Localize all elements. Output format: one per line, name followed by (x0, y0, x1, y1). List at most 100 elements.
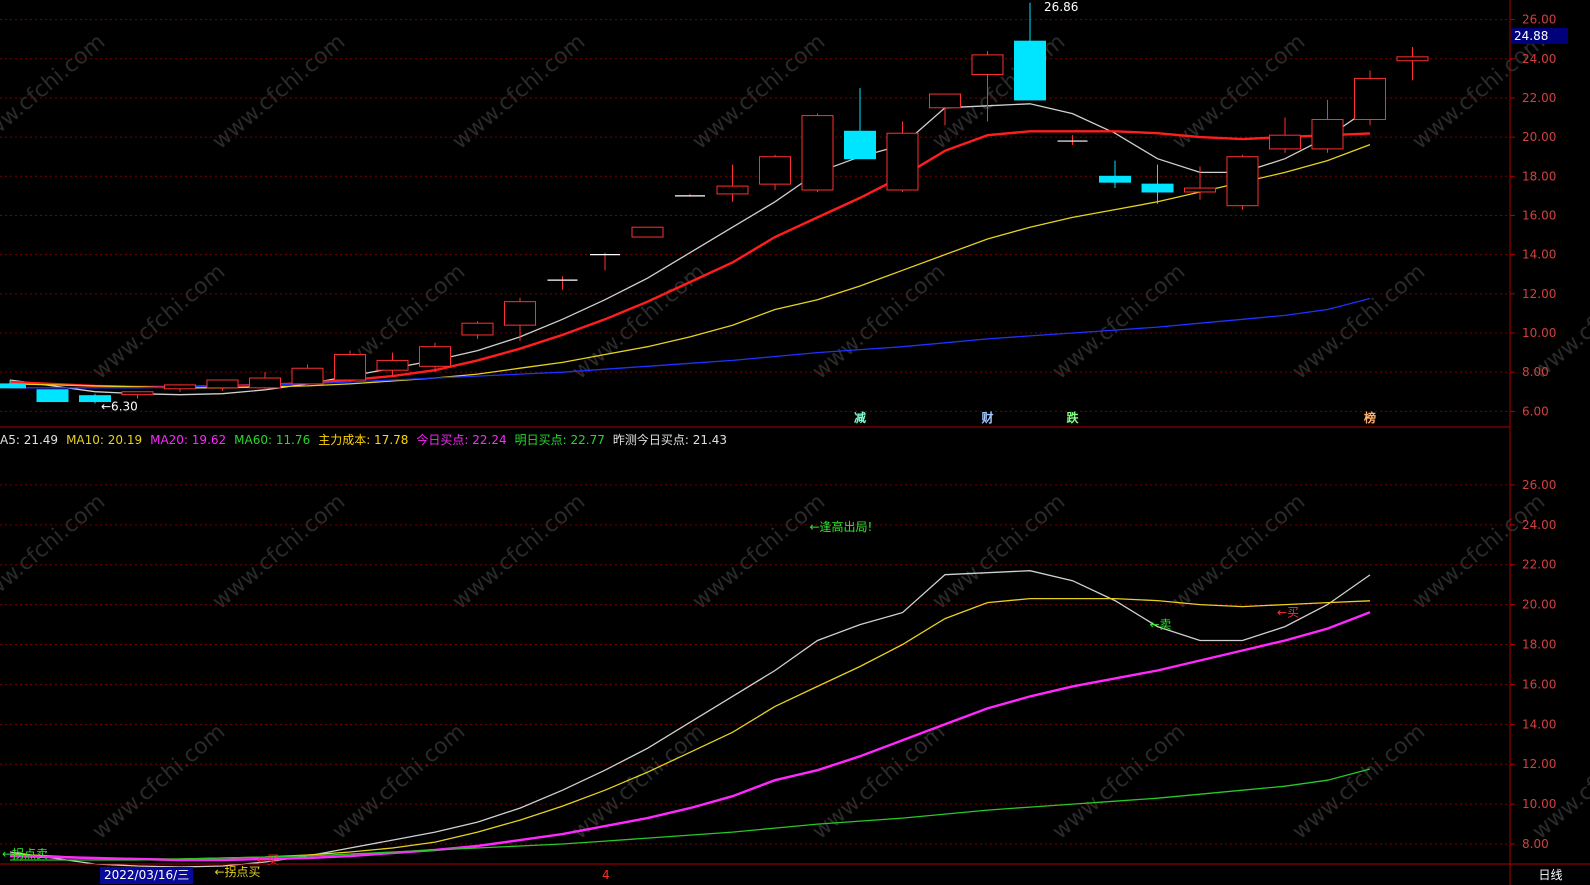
watermark-text: www.cfchi.com (808, 259, 950, 384)
candle-body-up (291, 367, 324, 385)
candle-body-up (1396, 56, 1429, 62)
watermark-text: www.cfchi.com (928, 489, 1070, 614)
y-tick-label: 12.00 (1522, 287, 1556, 301)
current-price-tag: 24.88 (1511, 28, 1568, 44)
candle-body-down (844, 130, 876, 160)
y-tick-label: 20.00 (1522, 130, 1556, 144)
candle-body-up (376, 359, 409, 371)
y-tick-label: 22.00 (1522, 91, 1556, 105)
candle-body-up (801, 115, 834, 191)
candle (1396, 47, 1429, 81)
candle (334, 350, 366, 382)
event-marker: 榜 (1364, 410, 1376, 425)
y-tick-label: 26.00 (1522, 13, 1556, 27)
candle-body-down (0, 383, 26, 389)
event-marker: 财 (981, 410, 994, 425)
candle-body-down (1099, 175, 1131, 183)
candle-body-up (419, 346, 451, 367)
y-tick-label: 6.00 (1522, 404, 1549, 418)
watermark-text: www.cfchi.com (0, 29, 110, 154)
signal-label: ←逢高出局! (810, 519, 873, 534)
candle-body-up (716, 185, 749, 195)
candle (206, 379, 239, 391)
price-annotation: ←6.30 (101, 399, 138, 413)
watermark-text: www.cfchi.com (1528, 719, 1590, 844)
candle (1099, 160, 1131, 189)
candle (1014, 2, 1046, 101)
candle (844, 88, 876, 160)
watermark-text: www.cfchi.com (1408, 489, 1550, 614)
watermark-text: www.cfchi.com (448, 489, 590, 614)
watermark-text: www.cfchi.com (208, 489, 350, 614)
candle-body-up (759, 156, 791, 185)
candle-body-up (206, 379, 239, 389)
candle (1269, 117, 1301, 153)
candle (1226, 154, 1259, 210)
month-marker: 4 (602, 868, 610, 882)
candle (1311, 99, 1344, 153)
candle-body-up (121, 391, 154, 396)
candle-body-up (1226, 156, 1259, 207)
candle-body-up (631, 226, 664, 238)
candle (164, 384, 196, 392)
y-tick-label: 12.00 (1522, 757, 1556, 771)
candle (461, 321, 494, 339)
indicator-value: MA20: 19.62 (150, 433, 227, 447)
y-tick-label: 10.00 (1522, 797, 1556, 811)
candle (801, 113, 834, 192)
watermark-text: www.cfchi.com (0, 489, 110, 614)
candle-body-up (929, 93, 961, 109)
candle (547, 276, 578, 290)
y-tick-label: 22.00 (1522, 558, 1556, 572)
y-tick-label: 20.00 (1522, 598, 1556, 612)
y-tick-label: 18.00 (1522, 169, 1556, 183)
signal-label: ←买 (257, 853, 279, 867)
indicator-legend-bar: A5: 21.49 MA10: 20.19 MA20: 19.62 MA60: 11.… (0, 431, 735, 449)
candle (291, 364, 324, 386)
watermark-text: www.cfchi.com (928, 29, 1070, 154)
candle-body-down (1014, 40, 1046, 101)
watermark-text: www.cfchi.com (208, 29, 350, 154)
candle (886, 121, 919, 192)
candle (675, 193, 705, 197)
y-tick-label: 26.00 (1522, 478, 1556, 492)
watermark-text: www.cfchi.com (1288, 259, 1430, 384)
event-marker: 减 (854, 410, 866, 425)
watermark-text: www.cfchi.com (88, 259, 230, 384)
event-marker: 跌 (1067, 410, 1080, 425)
candle-body-up (1269, 134, 1301, 150)
candle (121, 391, 154, 399)
y-tick-label: 8.00 (1522, 365, 1549, 379)
signal-label: ←拐点卖 (2, 846, 48, 861)
candle (1141, 164, 1174, 204)
candle-body-up (249, 377, 281, 389)
indicator-value: 昨测今日买点: 21.43 (612, 433, 728, 447)
watermark-text: www.cfchi.com (808, 719, 950, 844)
y-tick-label: 24.00 (1522, 52, 1556, 66)
candle-body-up (1184, 187, 1216, 193)
y-tick-label: 14.00 (1522, 248, 1556, 262)
candle-body-up (164, 384, 196, 390)
indicator-value: 主力成本: 17.78 (318, 433, 409, 447)
price-annotation: 26.86 (1044, 0, 1078, 14)
y-tick-label: 16.00 (1522, 208, 1556, 222)
main-price-panel[interactable]: ←6.30 26.86 减 财 跌 榜 (0, 0, 1429, 425)
candle (590, 252, 620, 271)
candle (1354, 70, 1386, 126)
ind-line-white (9, 570, 1371, 868)
ind-line-green (10, 768, 1371, 861)
candle-body-down (1141, 183, 1174, 193)
y-tick-label: 8.00 (1522, 837, 1549, 851)
candle-body-down (36, 389, 69, 403)
y-tick-label: 18.00 (1522, 638, 1556, 652)
candle-body-up (971, 54, 1004, 75)
candle (504, 297, 536, 341)
period-button[interactable]: 日线 (1511, 866, 1590, 885)
candle-body-up (461, 322, 494, 336)
indicator-value: A5: 21.49 (0, 433, 59, 447)
ma-line-red (9, 130, 1371, 389)
candle-body-up (886, 132, 919, 191)
candle (759, 154, 791, 191)
indicator-panel[interactable]: ←逢高出局!←卖←买←拐点卖←拐点买←买 (2, 519, 1371, 879)
y-tick-label: 10.00 (1522, 326, 1556, 340)
